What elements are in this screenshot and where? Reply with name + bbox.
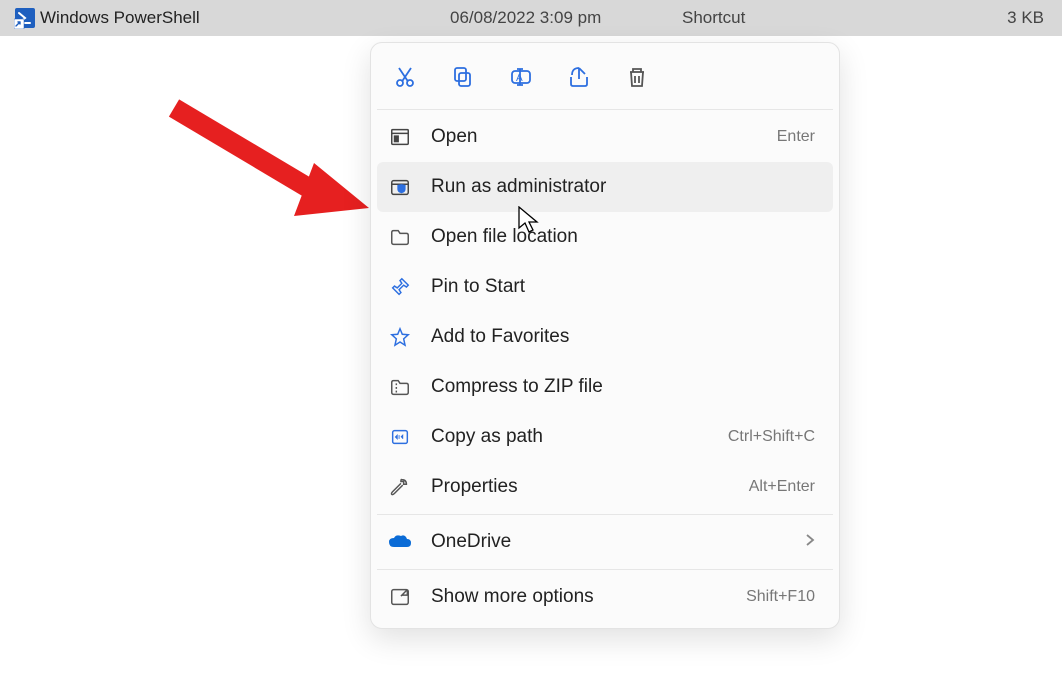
menu-item-label: Pin to Start <box>431 276 815 298</box>
menu-item-open-file-location[interactable]: Open file location <box>377 212 833 262</box>
menu-item-label: Properties <box>431 476 731 498</box>
pin-icon <box>387 276 413 298</box>
menu-item-compress-zip[interactable]: Compress to ZIP file <box>377 362 833 412</box>
menu-item-run-as-administrator[interactable]: Run as administrator <box>377 162 833 212</box>
zip-icon <box>387 376 413 398</box>
menu-item-label: Compress to ZIP file <box>431 376 815 398</box>
annotation-arrow <box>164 98 374 228</box>
menu-item-label: Add to Favorites <box>431 326 815 348</box>
menu-item-pin-to-start[interactable]: Pin to Start <box>377 262 833 312</box>
file-date: 06/08/2022 3:09 pm <box>450 8 682 28</box>
menu-item-onedrive[interactable]: OneDrive <box>377 517 833 567</box>
menu-item-hotkey: Ctrl+Shift+C <box>728 428 815 446</box>
menu-item-hotkey: Enter <box>777 128 815 146</box>
menu-item-add-to-favorites[interactable]: Add to Favorites <box>377 312 833 362</box>
menu-item-hotkey: Alt+Enter <box>749 478 815 496</box>
star-icon <box>387 326 413 348</box>
file-size: 3 KB <box>942 8 1052 28</box>
wrench-icon <box>387 476 413 498</box>
divider <box>377 514 833 515</box>
divider <box>377 569 833 570</box>
chevron-right-icon <box>805 531 815 553</box>
menu-item-label: Copy as path <box>431 426 710 448</box>
menu-item-show-more-options[interactable]: Show more options Shift+F10 <box>377 572 833 622</box>
share-button[interactable] <box>559 59 599 95</box>
copy-button[interactable] <box>443 59 483 95</box>
admin-shield-icon <box>387 176 413 198</box>
divider <box>377 109 833 110</box>
menu-item-label: Open <box>431 126 759 148</box>
onedrive-icon <box>387 533 413 551</box>
menu-item-label: Run as administrator <box>431 176 815 198</box>
powershell-shortcut-icon <box>14 7 40 29</box>
menu-item-label: Show more options <box>431 586 728 608</box>
folder-icon <box>387 226 413 248</box>
menu-item-properties[interactable]: Properties Alt+Enter <box>377 462 833 512</box>
copy-path-icon <box>387 426 413 448</box>
menu-item-hotkey: Shift+F10 <box>746 588 815 606</box>
cut-button[interactable] <box>385 59 425 95</box>
svg-text:A: A <box>516 73 523 84</box>
more-options-icon <box>387 586 413 608</box>
menu-item-label: Open file location <box>431 226 815 248</box>
file-type: Shortcut <box>682 8 942 28</box>
context-menu: A Open Enter <box>370 42 840 629</box>
menu-item-open[interactable]: Open Enter <box>377 112 833 162</box>
delete-button[interactable] <box>617 59 657 95</box>
open-icon <box>387 126 413 148</box>
menu-item-label: OneDrive <box>431 531 787 553</box>
file-list-row[interactable]: Windows PowerShell 06/08/2022 3:09 pm Sh… <box>0 0 1062 36</box>
file-name: Windows PowerShell <box>40 8 450 28</box>
context-menu-toolbar: A <box>377 49 833 107</box>
rename-button[interactable]: A <box>501 59 541 95</box>
menu-item-copy-as-path[interactable]: Copy as path Ctrl+Shift+C <box>377 412 833 462</box>
